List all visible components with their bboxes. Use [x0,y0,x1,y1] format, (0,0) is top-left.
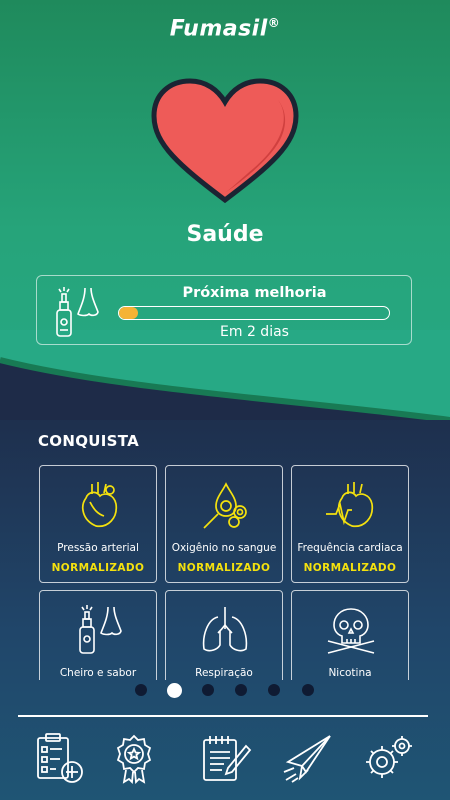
paper-plane-icon [283,735,331,783]
achievement-card-heart-rate[interactable]: Frequência cardiaca NORMALIZADO [291,465,409,583]
achievement-status: NORMALIZADO [303,562,397,574]
achievement-label: Nicotina [328,667,372,679]
lungs-icon [202,607,248,652]
page-dot[interactable] [268,684,280,696]
page-dot[interactable] [235,684,247,696]
page-dot[interactable] [302,684,314,696]
nav-health-checklist[interactable] [32,730,88,786]
achievements-grid[interactable]: Pressão arterial NORMALIZADO Oxigênio no… [0,460,450,680]
achievement-card-smell-taste[interactable]: Cheiro e sabor [39,590,157,680]
nav-share[interactable] [280,730,336,786]
page-title: Saúde [186,222,264,247]
bottom-nav [0,730,450,790]
award-badge-icon [116,734,152,784]
clipboard-plus-icon [37,733,83,783]
achievement-label: Respiração [195,667,253,679]
nasal-spray-nose-icon [56,287,99,337]
progress-fill [119,307,138,319]
notepad-pencil-icon [203,736,252,781]
achievement-card-blood-oxygen[interactable]: Oxigênio no sangue NORMALIZADO [165,465,283,583]
next-improvement-progress [118,306,390,320]
achievement-label: Pressão arterial [57,542,139,554]
nav-achievements[interactable] [106,730,162,786]
nav-notes[interactable] [198,730,254,786]
achievement-label: Frequência cardiaca [297,542,403,554]
next-improvement-label: Próxima melhoria [182,285,327,301]
logo-text: Fumasil [169,16,268,42]
achievements-title: CONQUISTA [38,432,140,450]
blood-oxygen-icon [203,482,247,529]
nav-settings[interactable] [360,730,416,786]
achievement-label: Oxigênio no sangue [171,542,277,554]
next-improvement-card[interactable]: Próxima melhoria Em 2 dias [36,275,412,345]
achievement-status: NORMALIZADO [51,562,145,574]
nasal-spray-nose-icon [79,605,122,654]
page-dot[interactable] [202,684,214,696]
page-dot-active[interactable] [167,683,182,698]
achievement-card-breathing[interactable]: Respiração [165,590,283,680]
heart-organ-icon [81,482,118,528]
skull-cigarettes-icon [327,608,375,654]
gears-icon [366,736,412,778]
heart-icon [151,78,299,203]
page-dot[interactable] [135,684,147,696]
heart-rate-icon [326,482,374,528]
achievement-card-nicotine[interactable]: Nicotina [291,590,409,680]
app-logo: Fumasil® [0,16,450,41]
logo-registered-mark: ® [267,16,281,30]
page-indicator [130,683,320,699]
next-improvement-eta: Em 2 dias [220,324,289,340]
achievement-label: Cheiro e sabor [59,667,137,679]
nav-divider [18,715,428,717]
achievement-card-blood-pressure[interactable]: Pressão arterial NORMALIZADO [39,465,157,583]
achievement-status: NORMALIZADO [177,562,271,574]
